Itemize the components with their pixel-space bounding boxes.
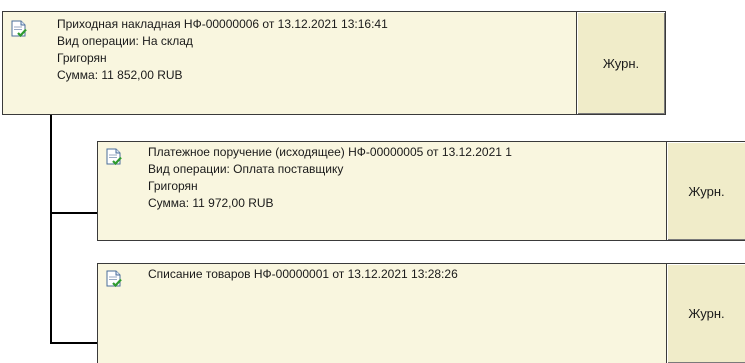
document-posted-icon xyxy=(106,148,122,166)
document-title[interactable]: Платежное поручение (исходящее) НФ-00000… xyxy=(148,144,668,161)
tree-connector-branch-2 xyxy=(50,342,98,344)
journal-button[interactable]: Журн. xyxy=(666,141,745,241)
document-details: Платежное поручение (исходящее) НФ-00000… xyxy=(148,144,668,212)
journal-button[interactable]: Журн. xyxy=(666,263,745,363)
journal-button[interactable]: Журн. xyxy=(576,11,666,115)
document-card-receipt[interactable]: Приходная накладная НФ-00000006 от 13.12… xyxy=(2,11,666,115)
document-card-write-off[interactable]: Списание товаров НФ-00000001 от 13.12.20… xyxy=(97,263,745,363)
document-operation: Вид операции: На склад xyxy=(57,34,193,48)
document-operation: Вид операции: Оплата поставщику xyxy=(148,162,344,176)
document-posted-icon xyxy=(11,20,27,38)
document-details: Приходная накладная НФ-00000006 от 13.12… xyxy=(57,16,388,84)
document-card-payment-order[interactable]: Платежное поручение (исходящее) НФ-00000… xyxy=(97,141,745,241)
document-details: Списание товаров НФ-00000001 от 13.12.20… xyxy=(148,266,458,283)
document-title[interactable]: Списание товаров НФ-00000001 от 13.12.20… xyxy=(148,266,458,283)
document-amount: Сумма: 11 972,00 RUB xyxy=(148,196,274,210)
document-amount: Сумма: 11 852,00 RUB xyxy=(57,68,183,82)
document-posted-icon xyxy=(106,270,122,288)
document-title[interactable]: Приходная накладная НФ-00000006 от 13.12… xyxy=(57,16,388,33)
tree-connector-branch-1 xyxy=(50,212,98,214)
tree-connector-trunk xyxy=(50,114,52,344)
document-person: Григорян xyxy=(57,51,107,65)
document-person: Григорян xyxy=(148,179,198,193)
